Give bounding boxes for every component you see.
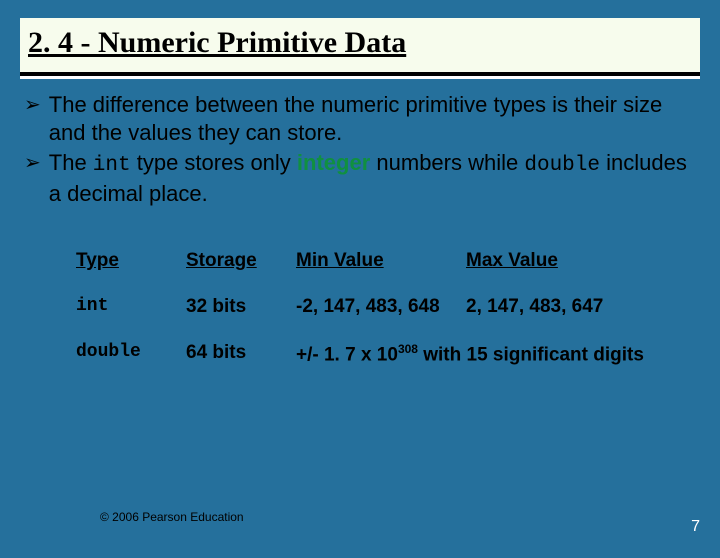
- bullet-item: ➢ The int type stores only integer numbe…: [24, 149, 696, 208]
- cell-range: +/- 1. 7 x 10308 with 15 significant dig…: [296, 330, 662, 378]
- code-int: int: [93, 154, 131, 177]
- table-header-row: Type Storage Min Value Max Value: [76, 238, 662, 284]
- copyright-footer: © 2006 Pearson Education: [100, 510, 244, 524]
- title-box: 2. 4 - Numeric Primitive Data: [20, 18, 700, 76]
- bullet-text: The difference between the numeric primi…: [49, 91, 696, 147]
- col-header-storage: Storage: [186, 238, 296, 284]
- col-header-max: Max Value: [466, 238, 662, 284]
- cell-min: -2, 147, 483, 648: [296, 284, 466, 330]
- bullet-text: The int type stores only integer numbers…: [49, 149, 696, 208]
- page-number: 7: [691, 518, 700, 536]
- col-header-min: Min Value: [296, 238, 466, 284]
- text-fragment: +/- 1. 7 x 10: [296, 344, 398, 365]
- cell-storage: 32 bits: [186, 284, 296, 330]
- bullet-item: ➢ The difference between the numeric pri…: [24, 91, 696, 147]
- cell-max: 2, 147, 483, 647: [466, 284, 662, 330]
- bullet-arrow-icon: ➢: [24, 149, 41, 177]
- content-area: ➢ The difference between the numeric pri…: [24, 91, 696, 378]
- text-fragment: type stores only: [131, 150, 297, 175]
- exponent: 308: [398, 342, 418, 356]
- text-fragment: The: [49, 150, 93, 175]
- cell-type: double: [76, 330, 186, 378]
- text-fragment: numbers while: [370, 150, 524, 175]
- slide-title: 2. 4 - Numeric Primitive Data: [28, 26, 692, 60]
- text-fragment: with 15 significant digits: [418, 344, 644, 365]
- cell-storage: 64 bits: [186, 330, 296, 378]
- highlight-integer: integer: [297, 150, 370, 175]
- table-row: int 32 bits -2, 147, 483, 648 2, 147, 48…: [76, 284, 662, 330]
- code-double: double: [524, 154, 600, 177]
- cell-type: int: [76, 284, 186, 330]
- bullet-arrow-icon: ➢: [24, 91, 41, 119]
- table-row: double 64 bits +/- 1. 7 x 10308 with 15 …: [76, 330, 662, 378]
- title-underline: [20, 76, 700, 79]
- types-table: Type Storage Min Value Max Value int 32 …: [76, 238, 662, 378]
- col-header-type: Type: [76, 238, 186, 284]
